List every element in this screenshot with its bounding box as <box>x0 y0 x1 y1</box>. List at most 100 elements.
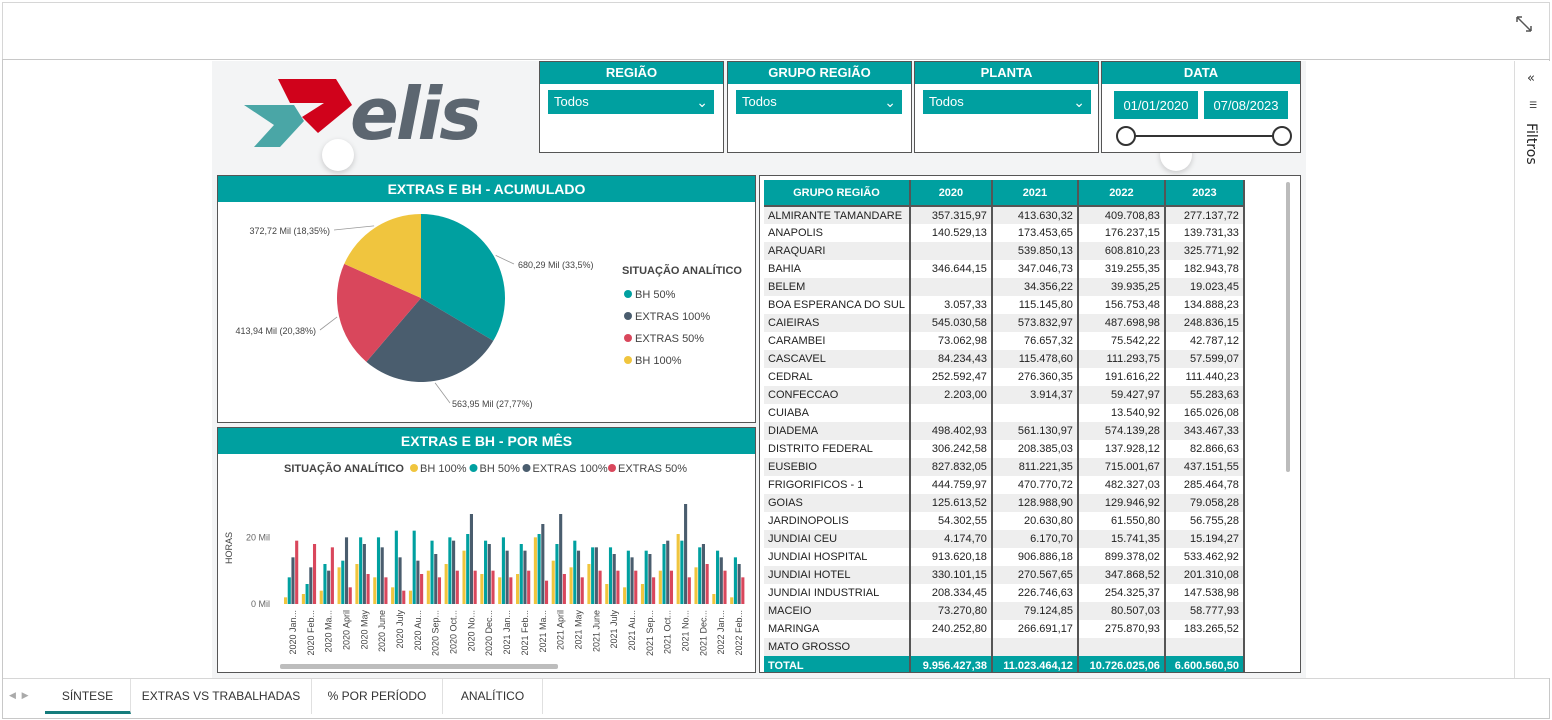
bar[interactable] <box>408 590 413 604</box>
bar[interactable] <box>644 550 648 604</box>
bar[interactable] <box>301 594 305 604</box>
legend-item[interactable]: EXTRAS 50% <box>635 333 704 345</box>
bar[interactable] <box>305 584 309 604</box>
bar[interactable] <box>616 570 620 604</box>
bar[interactable] <box>373 577 377 604</box>
bar[interactable] <box>591 547 595 604</box>
bar[interactable] <box>516 574 520 604</box>
bar[interactable] <box>701 544 705 604</box>
bar[interactable] <box>580 577 584 604</box>
planta-dropdown[interactable]: Todos ⌄ <box>923 90 1091 114</box>
column-header[interactable]: 2020 <box>909 180 993 207</box>
bar[interactable] <box>537 534 541 604</box>
tab-analitico[interactable]: ANALÍTICO <box>443 679 543 714</box>
bar[interactable] <box>473 570 477 604</box>
bar[interactable] <box>594 547 598 604</box>
table-row[interactable]: BOA ESPERANCA DO SUL 3.057,33 115.145,80 15… <box>764 296 1245 314</box>
bar[interactable] <box>626 550 630 604</box>
table-row[interactable]: MARINGA 240.252,80 266.691,17 275.870,93 183… <box>764 620 1245 638</box>
bar[interactable] <box>527 570 531 604</box>
bar[interactable] <box>509 577 513 604</box>
tab-por-periodo[interactable]: % POR PERÍODO <box>312 679 443 714</box>
tab-scroll-arrows-icon[interactable]: ◀ ▶ <box>9 691 29 701</box>
bar[interactable] <box>562 574 566 604</box>
bar[interactable] <box>648 554 652 604</box>
legend-item[interactable]: EXTRAS 100% <box>533 463 608 475</box>
bar[interactable] <box>608 547 613 604</box>
bar[interactable] <box>455 570 459 604</box>
bar[interactable] <box>480 574 484 604</box>
bar[interactable] <box>312 544 317 604</box>
bar[interactable] <box>355 564 359 604</box>
horizontal-scrollbar[interactable] <box>280 664 558 669</box>
bar[interactable] <box>434 554 438 604</box>
bar[interactable] <box>541 524 545 604</box>
bar[interactable] <box>612 554 616 604</box>
table-row[interactable]: CASCAVEL 84.234,43 115.478,60 111.293,75 57.… <box>764 350 1245 368</box>
vertical-scrollbar[interactable] <box>1286 182 1290 472</box>
bar[interactable] <box>666 540 670 604</box>
bar[interactable] <box>658 570 662 604</box>
bar[interactable] <box>291 557 295 604</box>
bar[interactable] <box>687 577 691 604</box>
bar[interactable] <box>501 537 505 604</box>
table-row[interactable]: MACEIO 73.270,80 79.124,85 80.507,03 58.777,… <box>764 602 1245 620</box>
bar[interactable] <box>741 577 745 604</box>
bar[interactable] <box>498 577 502 604</box>
bar[interactable] <box>733 557 737 604</box>
bar[interactable] <box>623 587 627 604</box>
legend-item[interactable]: BH 50% <box>480 463 521 475</box>
bar[interactable] <box>426 570 430 604</box>
table-row[interactable]: DIADEMA 498.402,93 561.130,97 574.139,28 343… <box>764 422 1245 440</box>
bar[interactable] <box>634 570 638 604</box>
bar[interactable] <box>319 590 323 604</box>
expand-icon[interactable] <box>1513 13 1535 35</box>
bar[interactable] <box>295 540 299 604</box>
bar[interactable] <box>705 564 709 604</box>
legend-item[interactable]: BH 50% <box>635 289 676 301</box>
bar[interactable] <box>323 564 327 604</box>
bar[interactable] <box>523 550 527 604</box>
bar[interactable] <box>491 570 495 604</box>
bar[interactable] <box>430 540 434 604</box>
bar[interactable] <box>573 540 577 604</box>
bar[interactable] <box>694 567 698 604</box>
bar[interactable] <box>598 570 602 604</box>
bar[interactable] <box>330 547 334 604</box>
bar[interactable] <box>605 584 609 604</box>
bar[interactable] <box>669 570 674 604</box>
bar[interactable] <box>662 544 666 604</box>
bar[interactable] <box>420 574 424 604</box>
table-row[interactable]: JARDINOPOLIS 54.302,55 20.630,80 61.550,80 5… <box>764 512 1245 530</box>
bar[interactable] <box>519 544 523 604</box>
table-row[interactable]: JUNDIAI INDUSTRIAL 208.334,45 226.746,63 25… <box>764 584 1245 602</box>
bar[interactable] <box>737 564 741 604</box>
column-header[interactable]: 2021 <box>991 180 1079 207</box>
bar[interactable] <box>337 567 341 604</box>
bar[interactable] <box>640 584 645 604</box>
bar[interactable] <box>398 557 402 604</box>
legend-item[interactable]: EXTRAS 50% <box>618 463 687 475</box>
filters-pane[interactable]: « ☰ Filtros <box>1514 61 1550 678</box>
bar[interactable] <box>684 504 688 604</box>
bar[interactable] <box>712 594 716 604</box>
bar[interactable] <box>366 574 370 604</box>
column-header[interactable]: GRUPO REGIÃO <box>764 180 911 207</box>
bar[interactable] <box>723 570 727 604</box>
bar[interactable] <box>284 597 288 604</box>
bar[interactable] <box>359 537 363 604</box>
bar[interactable] <box>576 550 581 604</box>
bar[interactable] <box>402 590 406 604</box>
bar[interactable] <box>380 547 384 604</box>
table-row[interactable]: BAHIA 346.644,15 347.046,73 319.255,35 182.9… <box>764 260 1245 278</box>
bar[interactable] <box>698 547 702 604</box>
bar[interactable] <box>384 577 388 604</box>
bar[interactable] <box>680 540 684 604</box>
bar[interactable] <box>505 550 509 604</box>
end-date-input[interactable]: 07/08/2023 <box>1203 90 1289 120</box>
table-row[interactable]: CAIEIRAS 545.030,58 573.832,97 487.698,98 24… <box>764 314 1245 332</box>
bar[interactable] <box>487 544 491 604</box>
column-header[interactable]: 2022 <box>1077 180 1166 207</box>
table-row[interactable]: BELEM 34.356,22 39.935,25 19.023,45 <box>764 278 1245 296</box>
bar[interactable] <box>719 557 723 604</box>
